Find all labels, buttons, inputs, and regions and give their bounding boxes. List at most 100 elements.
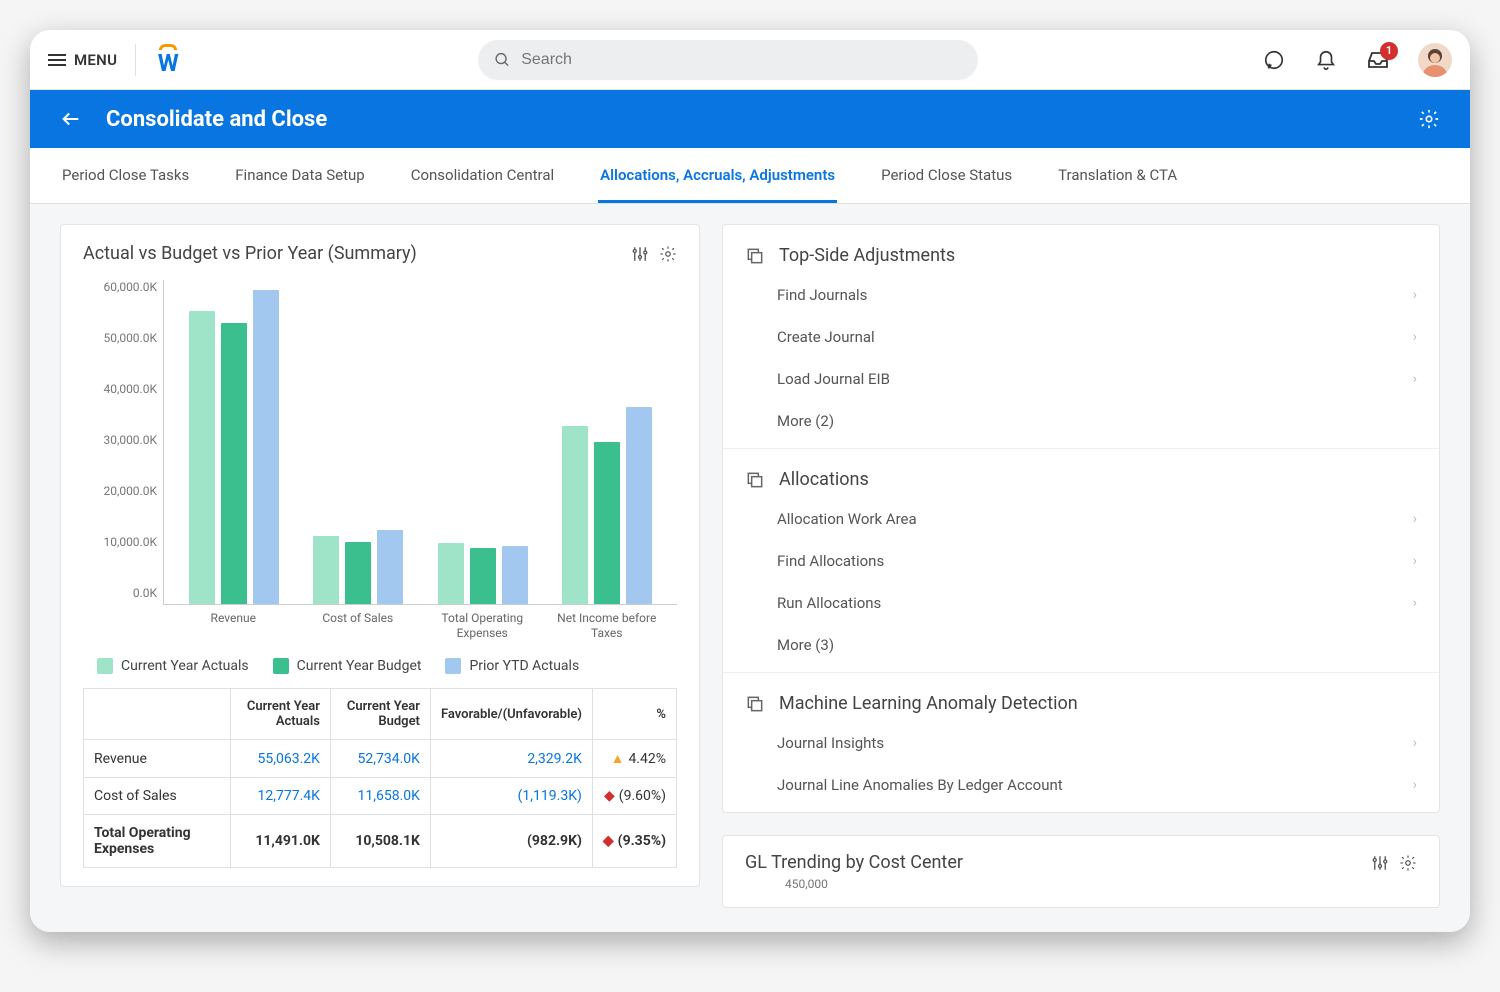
legend-label: Prior YTD Actuals [469, 658, 579, 674]
task-item[interactable]: Journal Line Anomalies By Ledger Account… [723, 764, 1439, 806]
bar-group [184, 290, 284, 605]
task-item-label: More (2) [777, 412, 834, 430]
row-pct: ▲4.42% [592, 740, 676, 778]
task-item[interactable]: Journal Insights› [723, 722, 1439, 764]
row-budget: 10,508.1K [330, 815, 430, 868]
task-item[interactable]: Find Journals› [723, 274, 1439, 316]
row-actuals[interactable]: 55,063.2K [230, 740, 330, 778]
chart-legend: Current Year ActualsCurrent Year BudgetP… [83, 640, 677, 688]
back-button[interactable] [60, 108, 82, 130]
row-fav[interactable]: (1,119.3K) [430, 778, 592, 815]
row-budget[interactable]: 11,658.0K [330, 778, 430, 815]
row-actuals[interactable]: 12,777.4K [230, 778, 330, 815]
legend-swatch [445, 658, 461, 674]
task-section-title: Machine Learning Anomaly Detection [779, 693, 1078, 714]
bar[interactable] [502, 546, 528, 605]
menu-button[interactable]: MENU [48, 51, 117, 69]
bar[interactable] [377, 530, 403, 605]
sliders-icon [631, 245, 649, 263]
bar[interactable] [626, 407, 652, 604]
bar[interactable] [345, 542, 371, 604]
table-row: Cost of Sales12,777.4K11,658.0K(1,119.3K… [84, 778, 677, 815]
x-tick: Total Operating Expenses [432, 611, 532, 640]
bar[interactable] [189, 311, 215, 604]
y-tick: 0.0K [133, 586, 157, 600]
chart-settings-button[interactable] [659, 245, 677, 263]
task-section-title: Allocations [779, 469, 869, 490]
table-header-fav: Favorable/(Unfavorable) [430, 689, 592, 740]
summary-table: Current Year Actuals Current Year Budget… [83, 688, 677, 868]
bell-icon[interactable] [1314, 48, 1338, 72]
y-tick: 20,000.0K [103, 484, 157, 498]
row-fav[interactable]: 2,329.2K [430, 740, 592, 778]
y-tick: 10,000.0K [103, 535, 157, 549]
page-title: Consolidate and Close [106, 107, 327, 132]
bar[interactable] [253, 290, 279, 605]
search-field[interactable] [478, 40, 978, 80]
search-icon [494, 51, 511, 69]
page-settings-button[interactable] [1418, 108, 1440, 130]
bar[interactable] [221, 323, 247, 604]
table-row: Revenue55,063.2K52,734.0K2,329.2K▲4.42% [84, 740, 677, 778]
chevron-right-icon: › [1413, 777, 1417, 793]
task-item-label: Journal Line Anomalies By Ledger Account [777, 776, 1063, 794]
task-item-label: Run Allocations [777, 594, 881, 612]
task-item[interactable]: Load Journal EIB› [723, 358, 1439, 400]
tab-finance-data-setup[interactable]: Finance Data Setup [233, 148, 366, 203]
task-item[interactable]: Run Allocations› [723, 582, 1439, 624]
tabs: Period Close Tasks Finance Data Setup Co… [30, 148, 1470, 204]
page-header: Consolidate and Close [30, 90, 1470, 148]
row-pct: ◆(9.35%) [592, 815, 676, 868]
workday-logo[interactable]: W [154, 46, 182, 74]
y-tick: 60,000.0K [103, 280, 157, 294]
content: Actual vs Budget vs Prior Year (Summary)… [30, 204, 1470, 932]
arrow-left-icon [60, 108, 82, 130]
table-header-actuals: Current Year Actuals [230, 689, 330, 740]
gear-icon [659, 245, 677, 263]
task-section-header: Top-Side Adjustments [723, 231, 1439, 274]
x-tick: Net Income before Taxes [557, 611, 657, 640]
row-fav: (982.9K) [430, 815, 592, 868]
inbox-icon[interactable]: 1 [1366, 48, 1390, 72]
diamond-icon: ◆ [603, 833, 614, 849]
bar[interactable] [562, 426, 588, 605]
bar[interactable] [313, 536, 339, 604]
tab-period-close-tasks[interactable]: Period Close Tasks [60, 148, 191, 203]
table-header-budget: Current Year Budget [330, 689, 430, 740]
tab-period-close-status[interactable]: Period Close Status [879, 148, 1014, 203]
legend-item: Current Year Budget [273, 658, 422, 674]
chevron-right-icon: › [1413, 553, 1417, 569]
task-item[interactable]: More (3) [723, 624, 1439, 666]
task-section: Machine Learning Anomaly Detection Journa… [723, 673, 1439, 812]
row-pct: ◆(9.60%) [592, 778, 676, 815]
task-item[interactable]: More (2) [723, 400, 1439, 442]
chart-filter-button[interactable] [631, 245, 649, 263]
sliders-icon [1371, 854, 1389, 872]
gl-filter-button[interactable] [1371, 854, 1389, 872]
task-item-label: Allocation Work Area [777, 510, 917, 528]
task-item[interactable]: Allocation Work Area› [723, 498, 1439, 540]
task-section: Top-Side AdjustmentsFind Journals›Create… [723, 225, 1439, 449]
bar[interactable] [438, 543, 464, 604]
tab-consolidation-central[interactable]: Consolidation Central [409, 148, 556, 203]
chat-icon[interactable] [1262, 48, 1286, 72]
table-row: Total Operating Expenses11,491.0K10,508.… [84, 815, 677, 868]
bar[interactable] [594, 442, 620, 605]
task-item[interactable]: Create Journal› [723, 316, 1439, 358]
bar[interactable] [470, 548, 496, 604]
avatar[interactable] [1418, 43, 1452, 77]
legend-swatch [273, 658, 289, 674]
task-section: AllocationsAllocation Work Area›Find All… [723, 449, 1439, 673]
gl-settings-button[interactable] [1399, 854, 1417, 872]
chevron-right-icon: › [1413, 371, 1417, 387]
tab-allocations-accruals-adjustments[interactable]: Allocations, Accruals, Adjustments [598, 148, 837, 203]
task-item[interactable]: Find Allocations› [723, 540, 1439, 582]
gl-trending-card: GL Trending by Cost Center 450,000 [722, 835, 1440, 908]
table-header-pct: % [592, 689, 676, 740]
chevron-right-icon: › [1413, 287, 1417, 303]
search-input[interactable] [521, 51, 962, 69]
gear-icon [1399, 854, 1417, 872]
row-budget[interactable]: 52,734.0K [330, 740, 430, 778]
inbox-badge: 1 [1380, 42, 1398, 60]
tab-translation-cta[interactable]: Translation & CTA [1056, 148, 1179, 203]
